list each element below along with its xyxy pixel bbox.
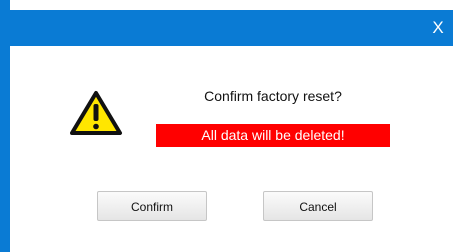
dialog-message: Confirm factory reset? — [204, 88, 342, 104]
confirm-button[interactable]: Confirm — [97, 191, 207, 221]
title-bar: X — [10, 10, 453, 46]
cancel-button[interactable]: Cancel — [263, 191, 373, 221]
warning-icon — [70, 91, 122, 135]
close-button[interactable]: X — [428, 16, 448, 40]
data-loss-warning: All data will be deleted! — [156, 124, 390, 147]
dialog-window: X Confirm factory reset? All data will b… — [0, 0, 453, 252]
window-frame-left — [0, 0, 10, 252]
